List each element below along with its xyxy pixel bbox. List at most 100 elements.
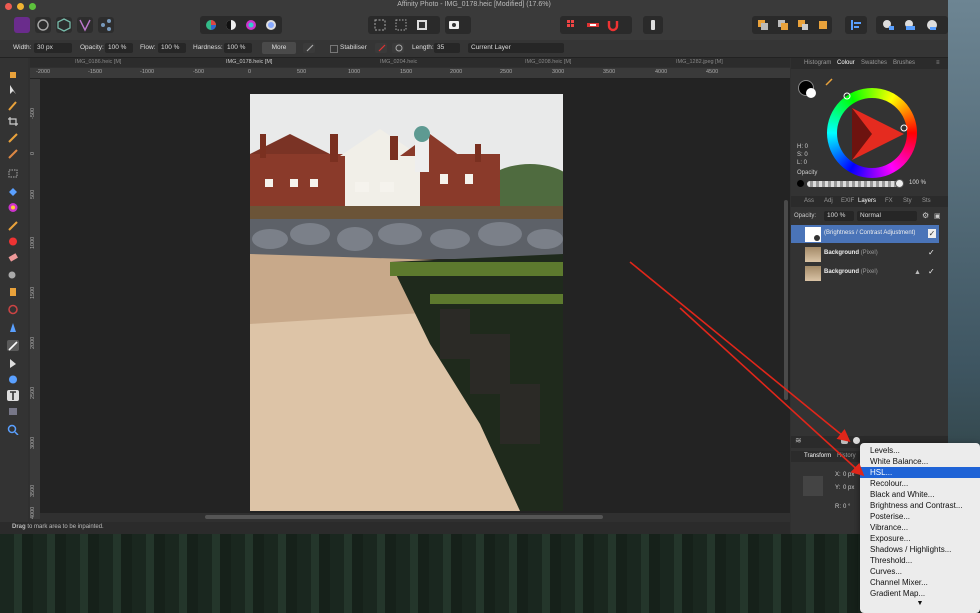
brush-options-icon[interactable] — [303, 43, 315, 53]
deselect-icon[interactable] — [393, 17, 409, 33]
blend-mode-dropdown[interactable]: Normal — [857, 211, 917, 221]
menu-item-hsl[interactable]: HSL... — [860, 467, 980, 478]
flood-fill-tool-icon[interactable] — [7, 186, 19, 197]
shape-tool-icon[interactable] — [7, 374, 19, 385]
transform-r-value[interactable]: 0 ° — [843, 504, 850, 510]
stabiliser-checkbox[interactable] — [330, 45, 338, 53]
export-persona-icon[interactable] — [98, 17, 114, 33]
arrange-forward-icon[interactable] — [795, 17, 811, 33]
snapping-magnet-icon[interactable] — [605, 17, 621, 33]
menu-item-threshold[interactable]: Threshold... — [860, 555, 980, 566]
menu-scroll-down-icon[interactable]: ▼ — [860, 600, 980, 607]
menu-item-shadows-highlights[interactable]: Shadows / Highlights... — [860, 544, 980, 555]
layer-settings-icon[interactable]: ⚙ — [922, 211, 929, 220]
panel-menu-icon[interactable]: ≡ — [936, 60, 940, 66]
adjustment-layer-button[interactable] — [853, 437, 860, 444]
snapping-grid-icon[interactable] — [564, 17, 580, 33]
layer-lock-icon[interactable]: ▲ — [914, 269, 921, 276]
more-button[interactable]: More — [262, 42, 296, 54]
menu-item-brightness-contrast[interactable]: Brightness and Contrast... — [860, 500, 980, 511]
text-tool-icon[interactable] — [7, 390, 19, 401]
colour-opacity-slider-handle[interactable] — [895, 179, 904, 188]
tab-layers[interactable]: Layers — [858, 198, 876, 204]
clone-brush-tool-icon[interactable] — [7, 236, 19, 247]
tab-swatches[interactable]: Swatches — [861, 60, 887, 66]
tab-exif[interactable]: EXIF — [841, 198, 854, 204]
layers-opacity-field[interactable]: 100 % — [824, 211, 854, 221]
menu-item-gradient-map[interactable]: Gradient Map... — [860, 588, 980, 599]
tone-mapping-persona-icon[interactable] — [77, 17, 93, 33]
tab-brushes[interactable]: Brushes — [893, 60, 915, 66]
assistant-icon[interactable] — [645, 17, 661, 33]
eyedropper-icon[interactable] — [825, 78, 833, 86]
tab-stock[interactable]: Sts — [922, 198, 931, 204]
marquee-tool-icon[interactable] — [7, 168, 19, 179]
inpainting-brush-tool-icon[interactable] — [7, 340, 19, 351]
zoom-tool-icon[interactable] — [7, 424, 19, 436]
hardness-field[interactable]: 100 % — [224, 43, 252, 53]
selection-brush-tool-icon[interactable] — [7, 132, 19, 143]
layer-row-background-1[interactable]: Background (Pixel) ✓ — [791, 245, 939, 263]
doc-tab-2[interactable]: IMG_0178.heic [M] — [226, 59, 272, 65]
colour-picker-tool-icon[interactable] — [7, 100, 19, 111]
force-pixel-alignment-icon[interactable] — [585, 17, 601, 33]
tab-transform[interactable]: Transform — [804, 453, 831, 459]
window-mode-icon[interactable] — [392, 43, 404, 53]
invert-selection-icon[interactable] — [414, 17, 430, 33]
mask-layer-icon[interactable] — [841, 437, 848, 444]
layer-visibility-checkbox[interactable]: ✓ — [928, 229, 936, 238]
vertical-scrollbar[interactable] — [784, 200, 788, 400]
menu-item-levels[interactable]: Levels... — [860, 445, 980, 456]
auto-colours-icon[interactable] — [243, 17, 259, 33]
view-mode-icon[interactable] — [924, 17, 940, 33]
tab-fx[interactable]: FX — [885, 198, 893, 204]
menu-item-posterise[interactable]: Posterise... — [860, 511, 980, 522]
colour-wheel[interactable] — [827, 88, 917, 178]
layer-visibility-check[interactable]: ✓ — [928, 248, 935, 257]
tab-adjustments[interactable]: Adj — [824, 198, 833, 204]
studio-panel-right-icon[interactable] — [902, 17, 918, 33]
doc-tab-1[interactable]: IMG_0186.heic [M] — [75, 59, 121, 65]
layer-row-adjustment[interactable]: (Brightness / Contrast Adjustment) ✓ — [791, 225, 939, 243]
tab-assets[interactable]: Ass — [804, 198, 814, 204]
target-layer-dropdown[interactable]: Current Layer — [468, 43, 564, 53]
document-photo[interactable] — [250, 94, 563, 511]
erase-brush-tool-icon[interactable] — [7, 252, 19, 263]
menu-item-exposure[interactable]: Exposure... — [860, 533, 980, 544]
develop-persona-icon[interactable] — [56, 17, 72, 33]
tab-history[interactable]: History — [837, 453, 856, 459]
transform-x-value[interactable]: 0 px — [843, 472, 854, 478]
studio-panel-left-icon[interactable] — [880, 17, 896, 33]
layer-stack-icon[interactable]: ≋ — [795, 436, 802, 445]
align-icon[interactable] — [848, 17, 864, 33]
paint-brush-tool-icon[interactable] — [7, 220, 19, 231]
flood-select-tool-icon[interactable] — [7, 148, 19, 159]
colour-opacity-value[interactable]: 100 % — [909, 180, 926, 186]
mesh-warp-tool-icon[interactable] — [7, 406, 19, 417]
crop-tool-icon[interactable] — [7, 116, 19, 127]
lock-layer-icon[interactable]: ▣ — [934, 212, 941, 220]
menu-item-vibrance[interactable]: Vibrance... — [860, 522, 980, 533]
menu-item-channel-mixer[interactable]: Channel Mixer... — [860, 577, 980, 588]
transform-y-value[interactable]: 0 px — [843, 485, 854, 491]
arrange-backward-icon[interactable] — [775, 17, 791, 33]
auto-white-balance-icon[interactable] — [263, 17, 279, 33]
auto-contrast-icon[interactable] — [223, 17, 239, 33]
flow-field[interactable]: 100 % — [158, 43, 186, 53]
secondary-colour-swatch[interactable] — [806, 88, 816, 98]
view-tool-icon[interactable] — [7, 68, 19, 79]
menu-item-white-balance[interactable]: White Balance... — [860, 456, 980, 467]
menu-item-curves[interactable]: Curves... — [860, 566, 980, 577]
dodge-tool-icon[interactable] — [7, 270, 19, 281]
tab-styles[interactable]: Sty — [903, 198, 912, 204]
transform-anchor-icon[interactable] — [803, 476, 823, 496]
width-field[interactable]: 30 px — [34, 43, 72, 53]
tab-histogram[interactable]: Histogram — [804, 60, 831, 66]
auto-levels-icon[interactable] — [203, 17, 219, 33]
layer-row-background-2[interactable]: Background (Pixel) ▲ ✓ — [791, 264, 939, 282]
quick-mask-icon[interactable] — [447, 17, 463, 33]
marquee-selection-icon[interactable] — [372, 17, 388, 33]
menu-item-recolour[interactable]: Recolour... — [860, 478, 980, 489]
doc-tab-5[interactable]: IMG_1282.jpeg [M] — [676, 59, 723, 65]
pen-tool-icon[interactable] — [7, 358, 19, 369]
